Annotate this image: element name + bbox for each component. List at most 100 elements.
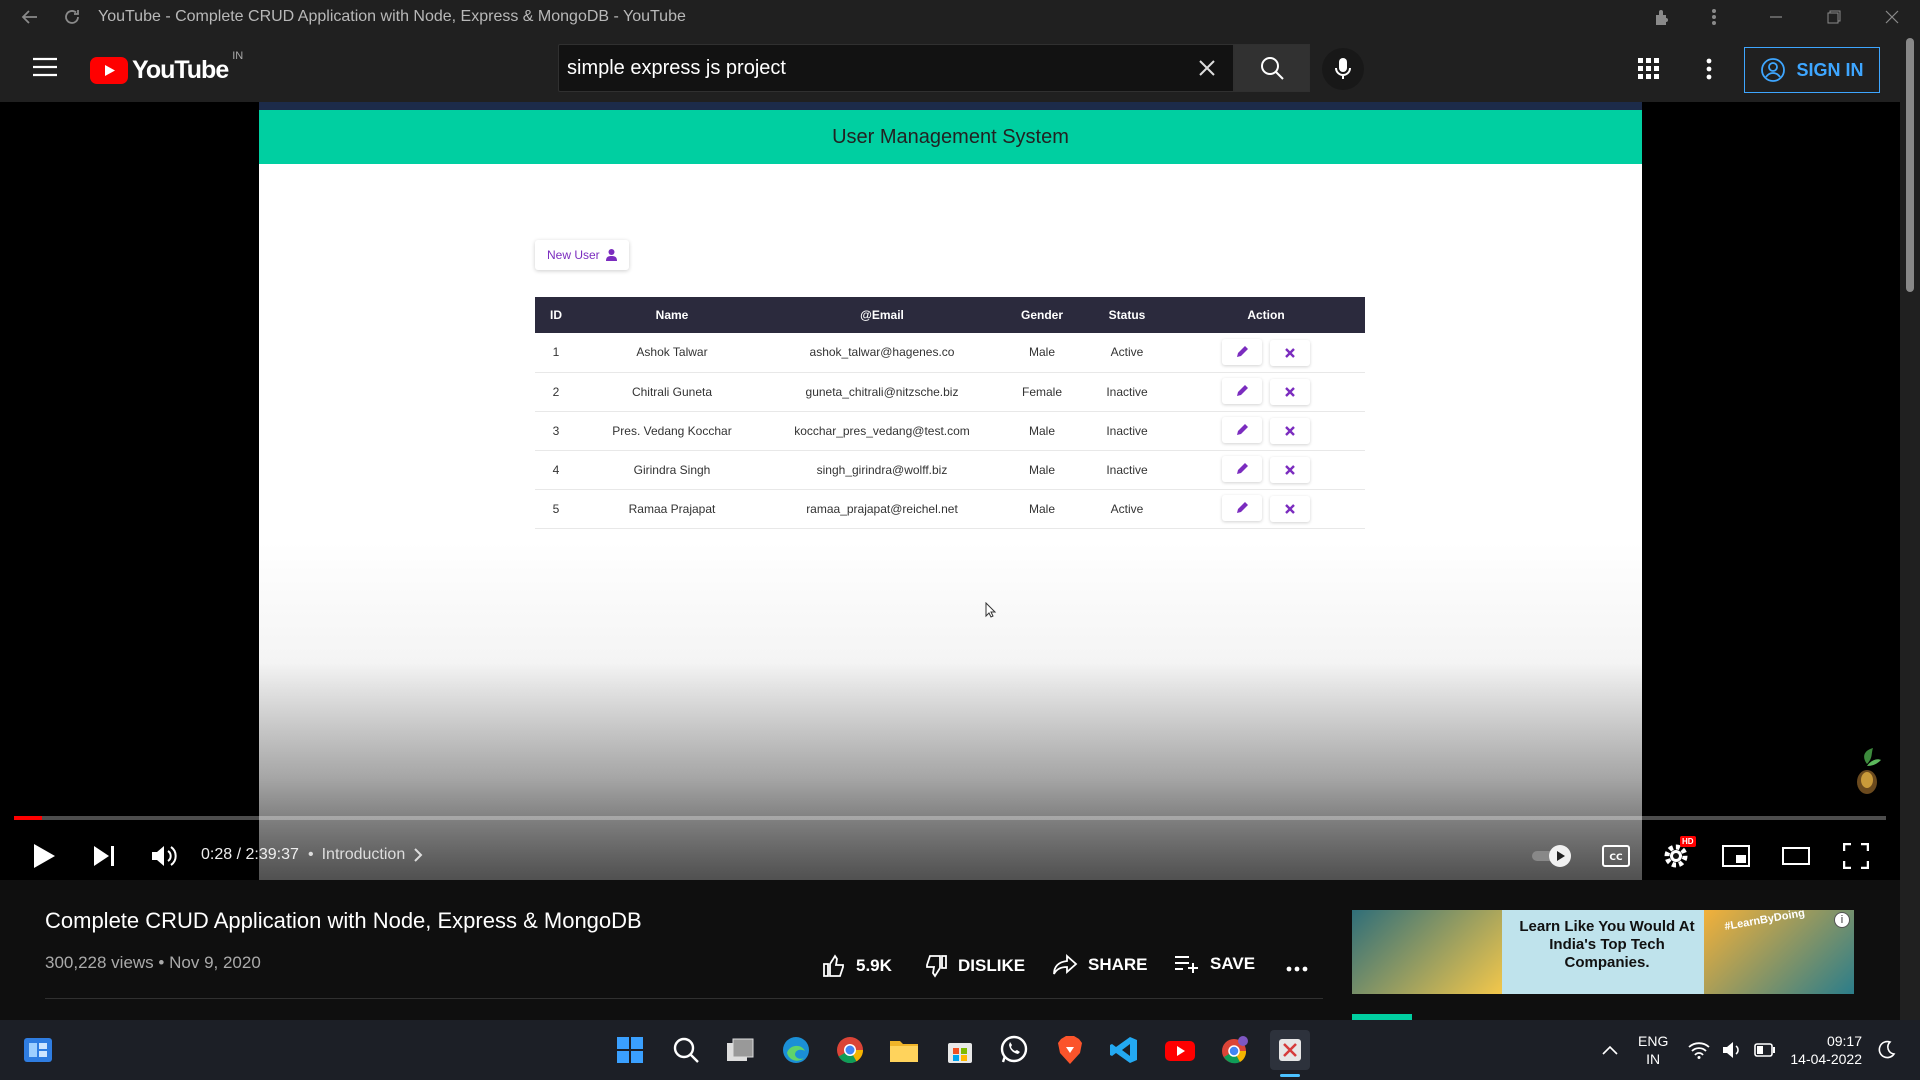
- show-hidden-icons[interactable]: [1602, 1020, 1618, 1080]
- clock[interactable]: 09:17 14-04-2022: [1786, 1020, 1862, 1080]
- browser-title-bar: YouTube - Complete CRUD Application with…: [0, 0, 1920, 34]
- cell-gender: Male: [997, 450, 1087, 490]
- microsoft-store-icon[interactable]: [940, 1030, 980, 1070]
- ad-banner[interactable]: #LearnByDoing Learn Like You Would At In…: [1352, 910, 1854, 994]
- sign-in-label: SIGN IN: [1796, 59, 1864, 80]
- clear-search-icon[interactable]: [1197, 58, 1217, 78]
- youtube-taskbar-icon[interactable]: [1160, 1030, 1200, 1070]
- delete-x-icon: [1270, 418, 1310, 444]
- start-windows-icon[interactable]: [610, 1030, 650, 1070]
- table-header-row: ID Name @Email Gender Status Action: [535, 297, 1365, 333]
- settings-more-icon[interactable]: [1706, 58, 1712, 80]
- chapter-title: Introduction: [321, 846, 406, 863]
- voice-search-button[interactable]: [1322, 48, 1364, 90]
- more-actions-icon[interactable]: [1286, 966, 1308, 972]
- clock-date: 14-04-2022: [1790, 1051, 1862, 1067]
- table-row: 5 Ramaa Prajapat ramaa_prajapat@reichel.ne…: [535, 489, 1365, 529]
- cell-gender: Male: [997, 411, 1087, 451]
- like-button[interactable]: 5.9K: [822, 954, 892, 978]
- language-indicator[interactable]: ENG IN: [1638, 1020, 1668, 1080]
- cell-action: [1167, 411, 1365, 451]
- edit-pencil-icon: [1222, 456, 1262, 482]
- snipping-tool-icon[interactable]: [1270, 1030, 1310, 1070]
- autoplay-toggle[interactable]: [1530, 838, 1574, 874]
- thumbs-down-icon: [926, 955, 947, 978]
- brave-browser-icon[interactable]: [1050, 1030, 1090, 1070]
- delete-x-icon: [1270, 379, 1310, 405]
- back-arrow-icon[interactable]: [18, 5, 42, 29]
- vscode-icon[interactable]: [1104, 1030, 1144, 1070]
- save-button[interactable]: SAVE: [1174, 954, 1255, 974]
- youtube-logo[interactable]: YouTube IN: [90, 50, 243, 85]
- cell-email: ramaa_prajapat@reichel.net: [767, 489, 997, 529]
- search-input[interactable]: [567, 56, 1147, 80]
- cell-name: Ashok Talwar: [577, 333, 767, 373]
- cc-icon: CC: [1602, 845, 1630, 867]
- chrome-icon[interactable]: [830, 1030, 870, 1070]
- cell-status: Inactive: [1087, 450, 1167, 490]
- restore-icon[interactable]: [1822, 5, 1846, 29]
- edge-browser-icon[interactable]: [776, 1030, 816, 1070]
- progress-bar[interactable]: [14, 816, 1886, 820]
- dislike-button[interactable]: DISLIKE: [924, 954, 1025, 978]
- view-count: 300,228 views: [45, 953, 154, 972]
- hamburger-menu-icon[interactable]: [32, 56, 58, 78]
- autoplay-toggle-icon: [1532, 845, 1571, 867]
- network-status[interactable]: [1688, 1020, 1776, 1080]
- cell-name: Ramaa Prajapat: [577, 489, 767, 529]
- search-icon: [1261, 57, 1284, 80]
- table-row: 4 Girindra Singh singh_girindra@wolff.biz M…: [535, 450, 1365, 490]
- chevron-up-icon: [1602, 1045, 1618, 1055]
- page-scrollbar[interactable]: [1900, 34, 1920, 1020]
- sign-in-button[interactable]: SIGN IN: [1744, 47, 1880, 93]
- dislike-label: DISLIKE: [958, 956, 1026, 975]
- cell-name: Girindra Singh: [577, 450, 767, 490]
- chapter-button[interactable]: • Introduction: [308, 846, 423, 864]
- active-app-indicator: [1280, 1074, 1300, 1077]
- captions-button[interactable]: CC: [1598, 838, 1634, 874]
- focus-assist-icon[interactable]: [1876, 1020, 1896, 1080]
- next-button[interactable]: [86, 838, 122, 874]
- cell-email: singh_girindra@wolff.biz: [767, 450, 997, 490]
- apps-grid-icon[interactable]: [1638, 58, 1660, 80]
- edit-pencil-icon: [1222, 378, 1262, 404]
- cell-id: 5: [535, 489, 577, 529]
- cell-gender: Male: [997, 489, 1087, 529]
- chrome-profile-icon[interactable]: [1214, 1030, 1254, 1070]
- taskbar-search-icon[interactable]: [666, 1030, 706, 1070]
- cell-gender: Male: [997, 333, 1087, 373]
- channel-watermark-icon[interactable]: [1852, 744, 1882, 796]
- delete-x-icon: [1270, 340, 1310, 366]
- task-view-icon[interactable]: [720, 1030, 760, 1070]
- play-button[interactable]: [26, 838, 62, 874]
- browser-menu-icon[interactable]: [1702, 5, 1726, 29]
- cell-id: 1: [535, 333, 577, 373]
- close-window-icon[interactable]: [1880, 5, 1904, 29]
- file-explorer-icon[interactable]: [884, 1030, 924, 1070]
- widgets-icon[interactable]: [18, 1030, 58, 1070]
- ad-info-icon[interactable]: i: [1834, 912, 1850, 928]
- fullscreen-button[interactable]: [1838, 838, 1874, 874]
- mute-button[interactable]: [146, 838, 182, 874]
- settings-button[interactable]: HD: [1658, 836, 1696, 874]
- miniplayer-button[interactable]: [1718, 838, 1754, 874]
- search-button[interactable]: [1234, 44, 1310, 92]
- progress-played: [14, 816, 43, 820]
- theater-mode-button[interactable]: [1778, 838, 1814, 874]
- playlist-add-icon: [1175, 956, 1198, 973]
- reload-icon[interactable]: [60, 5, 84, 29]
- extensions-icon[interactable]: [1650, 5, 1674, 29]
- video-player[interactable]: User Management System New User ID Name …: [0, 102, 1900, 880]
- cell-id: 3: [535, 411, 577, 451]
- youtube-masthead: YouTube IN SIGN IN: [0, 34, 1900, 102]
- cell-action: [1167, 489, 1365, 529]
- account-icon: [1761, 58, 1786, 82]
- whatsapp-icon[interactable]: [994, 1030, 1034, 1070]
- delete-x-icon: [1270, 496, 1310, 522]
- col-name: Name: [577, 297, 767, 333]
- minimize-icon[interactable]: [1764, 5, 1788, 29]
- ad-illustration-right: #LearnByDoing: [1704, 910, 1854, 994]
- app-header: User Management System: [259, 110, 1642, 164]
- share-button[interactable]: SHARE: [1052, 954, 1148, 976]
- scrollbar-thumb[interactable]: [1906, 38, 1914, 292]
